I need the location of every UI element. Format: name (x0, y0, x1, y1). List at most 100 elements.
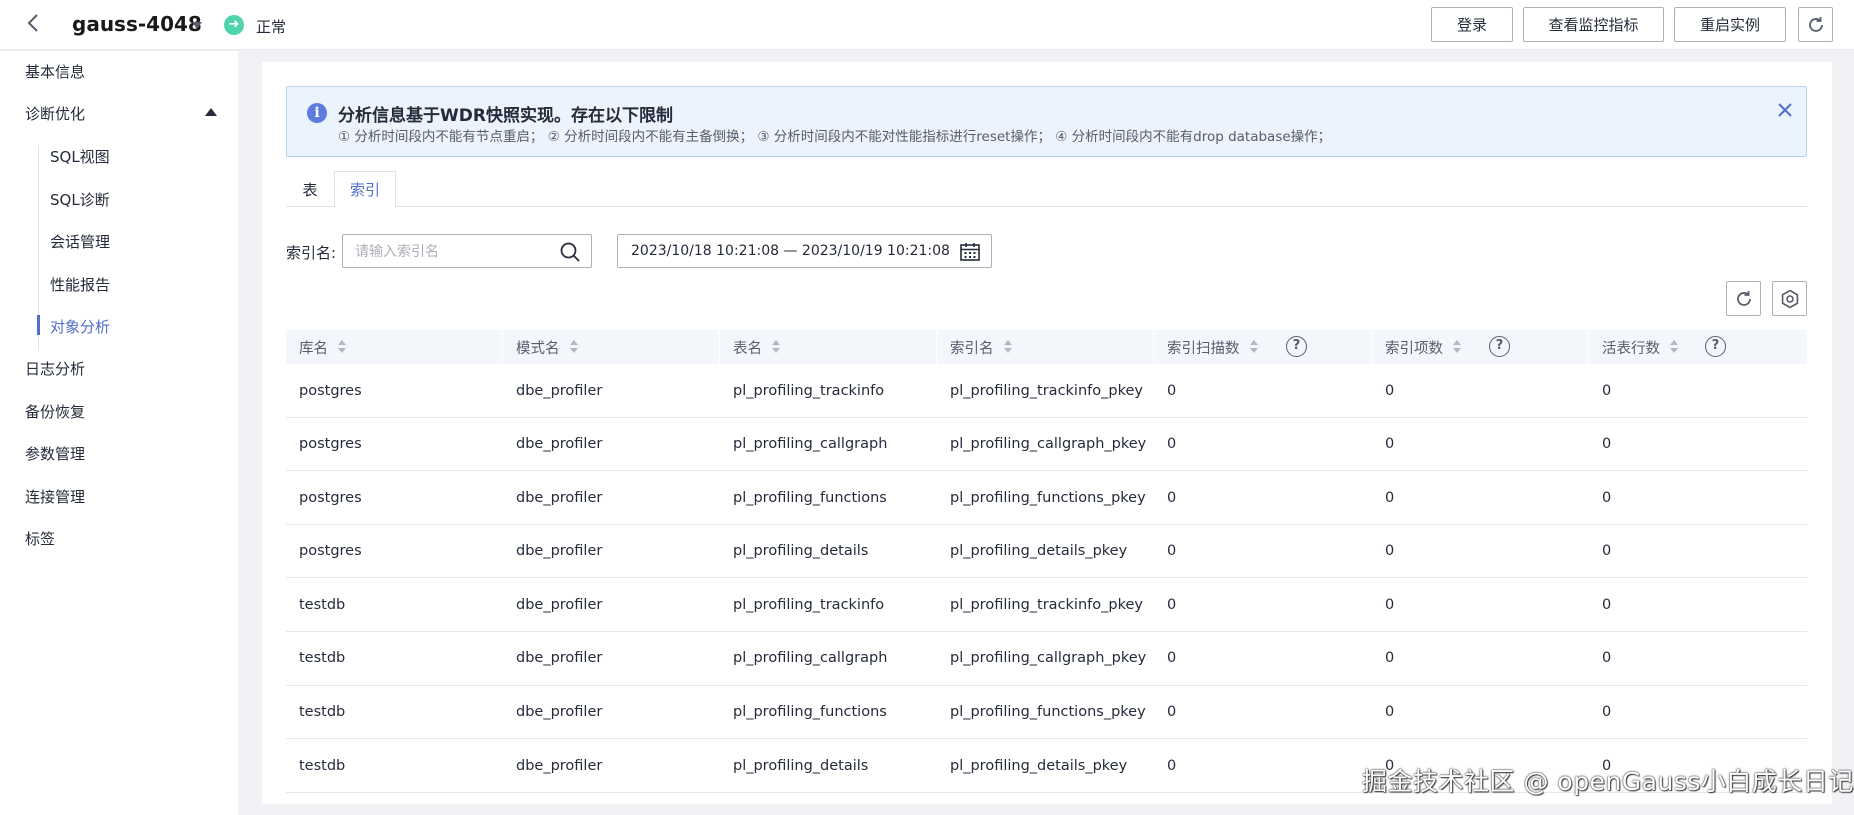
col-index-entries: 索引项数? (1372, 330, 1589, 364)
index-name-label: 索引名: (286, 244, 337, 262)
gear-icon (1781, 289, 1798, 308)
table-cell: pl_profiling_trackinfo_pkey (950, 596, 1143, 613)
calendar-icon (960, 243, 980, 261)
tab-index[interactable]: 索引 (334, 171, 396, 208)
table-cell: 0 (1167, 704, 1177, 721)
search-box (342, 234, 592, 268)
sidebar-item-backup[interactable]: 备份恢复 (25, 401, 85, 422)
table-cell: pl_profiling_trackinfo (733, 596, 885, 613)
sidebar-subitem-object-analysis[interactable]: 对象分析 (50, 316, 110, 337)
col-db-name: 库名 (286, 330, 503, 364)
table-cell: dbe_profiler (516, 596, 603, 613)
sidebar-subitem-session[interactable]: 会话管理 (50, 231, 110, 252)
help-icon[interactable]: ? (1705, 336, 1726, 357)
table-cell: 0 (1167, 543, 1177, 560)
sidebar-item-tags[interactable]: 标签 (25, 528, 55, 549)
table-row: postgres dbe_profiler pl_profiling_trackin… (286, 364, 1807, 418)
col-table-name: 表名 (720, 330, 937, 364)
table-body: postgres dbe_profiler pl_profiling_trackin… (286, 364, 1807, 793)
close-icon[interactable] (1777, 99, 1793, 124)
table-settings-button[interactable] (1772, 281, 1807, 316)
table-cell: 0 (1385, 436, 1395, 453)
instance-dropdown-icon[interactable] (192, 22, 202, 29)
table-row: postgres dbe_profiler pl_profiling_callgra… (286, 418, 1807, 472)
notice-desc: ① 分析时间段内不能有节点重启； ② 分析时间段内不能有主备倒换； ③ 分析时间… (338, 129, 1332, 145)
sort-icon[interactable] (1453, 340, 1461, 354)
table-cell: 0 (1602, 596, 1612, 613)
table-cell: dbe_profiler (516, 704, 603, 721)
sidebar: 基本信息 诊断优化 SQL视图 SQL诊断 会话管理 性能报告 对象分析 日志分… (0, 51, 238, 815)
table-row: testdb dbe_profiler pl_profiling_functions… (286, 686, 1807, 740)
date-range-picker[interactable]: 2023/10/18 10:21:08 — 2023/10/19 10:21:0… (617, 234, 992, 268)
table-cell: pl_profiling_details (733, 543, 869, 560)
table-cell: pl_profiling_callgraph (733, 650, 888, 667)
view-monitor-button[interactable]: 查看监控指标 (1523, 7, 1664, 42)
table-row: postgres dbe_profiler pl_profiling_functio… (286, 471, 1807, 525)
sidebar-item-log-analysis[interactable]: 日志分析 (25, 358, 85, 379)
table-row: postgres dbe_profiler pl_profiling_details… (286, 525, 1807, 579)
col-index-name: 索引名 (937, 330, 1154, 364)
table-cell: pl_profiling_callgraph_pkey (950, 436, 1147, 453)
table-cell: pl_profiling_details_pkey (950, 543, 1128, 560)
table-row: testdb dbe_profiler pl_profiling_trackinfo… (286, 578, 1807, 632)
table-cell: postgres (299, 382, 362, 399)
notice-title: 分析信息基于WDR快照实现。存在以下限制 (338, 106, 673, 126)
login-button[interactable]: 登录 (1431, 7, 1513, 42)
instance-name: gauss-4048 (72, 12, 202, 36)
col-label: 活表行数 (1602, 340, 1660, 357)
restart-instance-button[interactable]: 重启实例 (1674, 7, 1786, 42)
table-cell: 0 (1167, 489, 1177, 506)
sidebar-item-params[interactable]: 参数管理 (25, 443, 85, 464)
table-cell: dbe_profiler (516, 757, 603, 774)
sidebar-subitem-sql-view[interactable]: SQL视图 (50, 146, 110, 167)
table-cell: testdb (299, 650, 346, 667)
sidebar-item-basic-info[interactable]: 基本信息 (25, 61, 85, 82)
table-cell: dbe_profiler (516, 650, 603, 667)
status-text: 正常 (256, 18, 287, 36)
watermark: 掘金技术社区 @ openGauss小白成长日记 (1362, 767, 1854, 796)
sort-icon[interactable] (1003, 340, 1012, 354)
table-cell: 0 (1602, 704, 1612, 721)
sidebar-subitem-sql-diagnosis[interactable]: SQL诊断 (50, 189, 110, 210)
table-cell: 0 (1167, 650, 1177, 667)
sidebar-item-diagnosis[interactable]: 诊断优化 (25, 103, 85, 124)
table-cell: postgres (299, 489, 362, 506)
table-cell: 0 (1167, 382, 1177, 399)
table-header: 库名 模式名 表名 索引名 索引扫描数? 索引项数? 活表行数? (286, 330, 1807, 364)
col-label: 索引名 (950, 340, 994, 357)
search-icon[interactable] (559, 241, 581, 263)
table-cell: pl_profiling_trackinfo_pkey (950, 382, 1143, 399)
help-icon[interactable]: ? (1489, 336, 1510, 357)
col-live-rows: 活表行数? (1589, 330, 1807, 364)
table-cell: pl_profiling_callgraph_pkey (950, 650, 1147, 667)
sort-icon[interactable] (1249, 340, 1258, 354)
refresh-button[interactable] (1798, 7, 1833, 42)
collapse-icon[interactable] (205, 108, 217, 116)
sort-icon[interactable] (772, 340, 780, 354)
table-cell: 0 (1385, 382, 1395, 399)
main-panel: i 分析信息基于WDR快照实现。存在以下限制 ① 分析时间段内不能有节点重启； … (262, 62, 1832, 804)
table-refresh-button[interactable] (1726, 281, 1761, 316)
col-label: 索引项数 (1385, 340, 1443, 357)
table-cell: dbe_profiler (516, 489, 603, 506)
search-input[interactable] (355, 242, 555, 262)
sidebar-item-connections[interactable]: 连接管理 (25, 486, 85, 507)
table-cell: postgres (299, 436, 362, 453)
table-cell: pl_profiling_trackinfo (733, 382, 885, 399)
sidebar-subitem-perf-report[interactable]: 性能报告 (50, 274, 110, 295)
table-cell: testdb (299, 596, 346, 613)
table-cell: dbe_profiler (516, 436, 603, 453)
help-icon[interactable]: ? (1286, 336, 1307, 357)
sort-icon[interactable] (338, 340, 346, 354)
submenu-active-indicator (37, 315, 40, 335)
table-cell: pl_profiling_functions_pkey (950, 489, 1146, 506)
sort-icon[interactable] (569, 340, 578, 354)
sort-icon[interactable] (1670, 340, 1678, 354)
table-row: testdb dbe_profiler pl_profiling_callgraph… (286, 632, 1807, 686)
tab-table[interactable]: 表 (286, 171, 334, 207)
table-cell: dbe_profiler (516, 543, 603, 560)
table-cell: 0 (1167, 757, 1177, 774)
table-cell: 0 (1602, 650, 1612, 667)
back-icon[interactable] (26, 12, 50, 38)
table-cell: 0 (1602, 489, 1612, 506)
